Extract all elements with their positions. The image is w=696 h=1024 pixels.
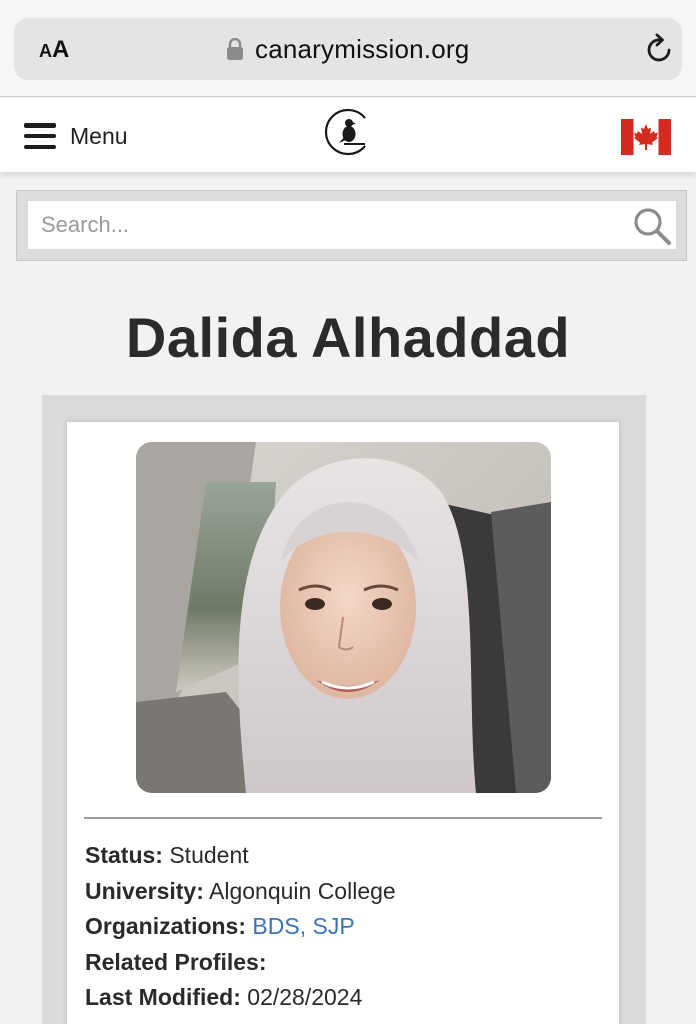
status-label: Status:: [85, 842, 163, 868]
search-input[interactable]: [27, 200, 677, 250]
menu-button[interactable]: Menu: [24, 120, 128, 152]
profile-name: Dalida Alhaddad: [125, 306, 571, 369]
text-size-button[interactable]: AA: [39, 36, 69, 64]
canary-bird-logo[interactable]: [322, 106, 372, 158]
organizations-row: Organizations: BDS, SJP: [85, 911, 396, 947]
organizations-label: Organizations:: [85, 913, 247, 939]
university-label: University:: [85, 877, 204, 904]
menu-label: Menu: [70, 122, 128, 149]
organizations-link[interactable]: BDS, SJP: [252, 913, 354, 939]
profile-details: Status: Student University: Algonquin Co…: [85, 840, 396, 1018]
search-icon[interactable]: [631, 205, 673, 247]
related-profiles-row: Related Profiles:: [85, 947, 396, 983]
site-header: Menu: [0, 98, 696, 172]
status-value: Student: [169, 842, 249, 868]
browser-bar: AA canarymission.org: [0, 0, 696, 97]
url-text[interactable]: canarymission.org: [255, 34, 469, 65]
lock-icon: [227, 38, 243, 60]
related-profiles-label: Related Profiles:: [85, 948, 267, 975]
text-size-large-label: A: [52, 36, 70, 63]
last-modified-row: Last Modified: 02/28/2024: [85, 982, 396, 1018]
last-modified-value: 02/28/2024: [247, 984, 363, 1010]
profile-photo: [136, 442, 551, 793]
address-bar[interactable]: AA canarymission.org: [14, 18, 682, 80]
search-bar: [16, 190, 687, 261]
canada-flag-icon[interactable]: [621, 119, 671, 155]
last-modified-label: Last Modified:: [85, 984, 241, 1010]
reload-icon[interactable]: [645, 33, 675, 65]
hamburger-icon: [24, 123, 56, 149]
university-value: Algonquin College: [209, 877, 396, 904]
divider: [84, 817, 602, 819]
status-row: Status: Student: [85, 840, 396, 876]
text-size-small-label: A: [39, 41, 52, 61]
university-row: University: Algonquin College: [85, 876, 396, 912]
